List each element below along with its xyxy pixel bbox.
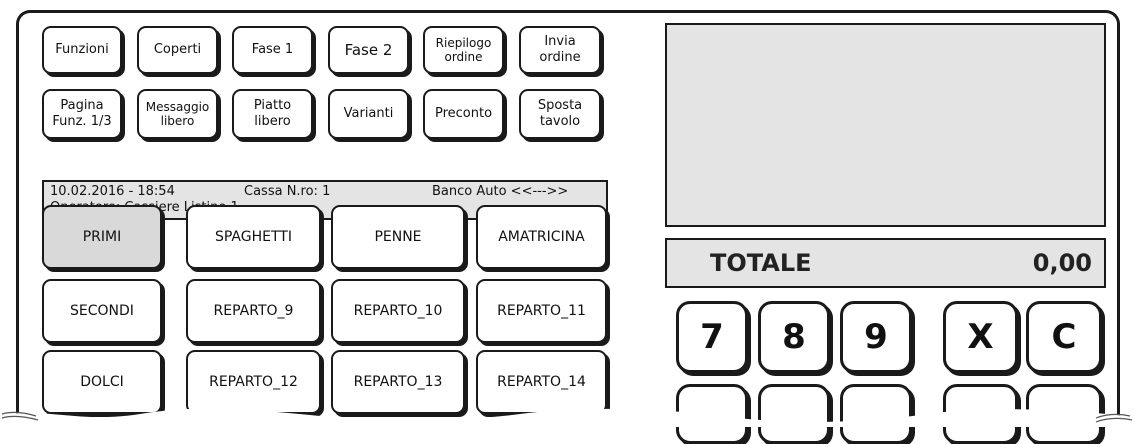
fase2-button[interactable]: Fase 2 <box>328 26 409 74</box>
reparto-9-button[interactable]: REPARTO_9 <box>186 279 321 343</box>
pagina-funzioni-button[interactable]: Pagina Funz. 1/3 <box>42 89 122 139</box>
total-label: TOTALE <box>710 249 812 277</box>
key-9[interactable]: 9 <box>840 301 912 373</box>
piatto-libero-button[interactable]: Piatto libero <box>232 89 313 139</box>
riepilogo-ordine-button[interactable]: Riepilogo ordine <box>423 26 504 74</box>
status-mode: Banco Auto <<--->> <box>432 184 569 199</box>
varianti-button[interactable]: Varianti <box>328 89 409 139</box>
fase1-button[interactable]: Fase 1 <box>232 26 313 74</box>
invia-ordine-button[interactable]: Invia ordine <box>519 26 601 74</box>
torn-edge <box>0 408 1135 427</box>
product-penne-button[interactable]: PENNE <box>331 205 465 269</box>
preconto-button[interactable]: Preconto <box>423 89 504 139</box>
status-datetime: 10.02.2016 - 18:54 <box>50 184 175 199</box>
category-primi-button[interactable]: PRIMI <box>42 205 162 269</box>
sposta-tavolo-button[interactable]: Sposta tavolo <box>519 89 601 139</box>
clear-key[interactable]: C <box>1026 301 1102 373</box>
reparto-10-button[interactable]: REPARTO_10 <box>331 279 465 343</box>
coperti-button[interactable]: Coperti <box>137 26 218 74</box>
category-secondi-button[interactable]: SECONDI <box>42 279 162 343</box>
key-8[interactable]: 8 <box>758 301 830 373</box>
product-spaghetti-button[interactable]: SPAGHETTI <box>186 205 321 269</box>
total-display: TOTALE 0,00 <box>665 238 1106 288</box>
funzioni-button[interactable]: Funzioni <box>42 26 122 74</box>
product-amatricina-button[interactable]: AMATRICINA <box>476 205 607 269</box>
status-register: Cassa N.ro: 1 <box>244 184 331 199</box>
messaggio-libero-button[interactable]: Messaggio libero <box>137 89 218 139</box>
key-7[interactable]: 7 <box>676 301 748 373</box>
multiply-key[interactable]: X <box>943 301 1018 373</box>
receipt-display <box>665 23 1106 227</box>
total-value: 0,00 <box>1032 249 1092 277</box>
reparto-11-button[interactable]: REPARTO_11 <box>476 279 607 343</box>
